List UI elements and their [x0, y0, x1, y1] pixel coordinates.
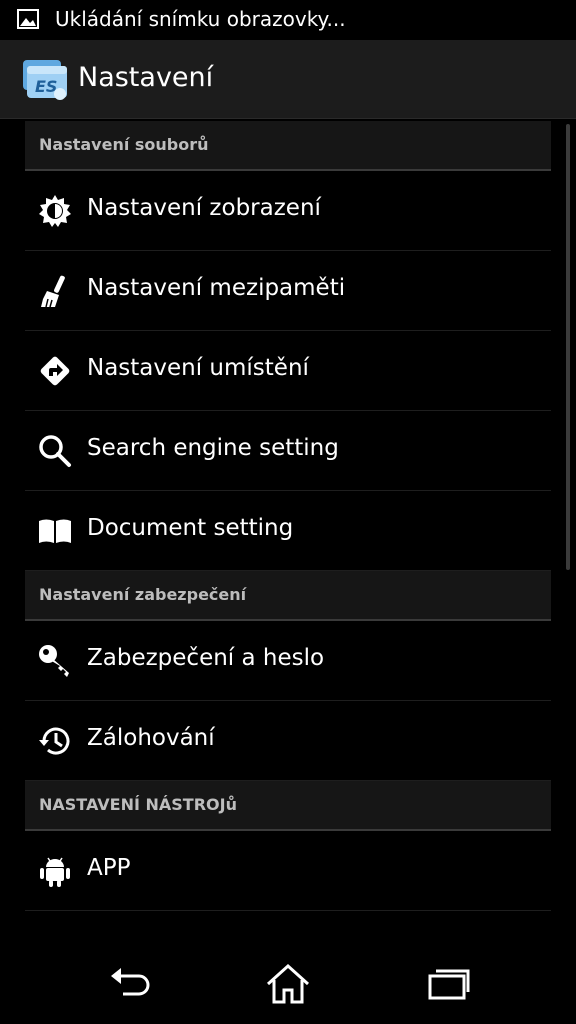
setting-item-security-password[interactable]: Zabezpečení a heslo — [25, 621, 551, 701]
setting-item-label: Nastavení umístění — [87, 355, 309, 381]
setting-item-document[interactable]: Document setting — [25, 491, 551, 571]
setting-item-label: Document setting — [87, 515, 294, 541]
section-header-security-settings: Nastavení zabezpečení — [25, 571, 551, 621]
scrollbar[interactable] — [566, 124, 570, 570]
section-header-file-settings: Nastavení souborů — [25, 121, 551, 171]
action-bar: ES Nastavení — [0, 40, 576, 119]
status-notification-text: Ukládání snímku obrazovky... — [55, 7, 346, 31]
book-icon — [39, 519, 71, 543]
setting-item-cache[interactable]: Nastavení mezipaměti — [25, 251, 551, 331]
navigation-bar — [0, 944, 576, 1024]
section-header-tool-settings: NASTAVENÍ NÁSTROJů — [25, 781, 551, 831]
image-notification-icon — [17, 9, 39, 29]
setting-item-label: Nastavení zobrazení — [87, 195, 321, 221]
section-header-label: Nastavení souborů — [39, 135, 209, 154]
display-settings-icon — [39, 195, 71, 227]
history-icon — [39, 727, 70, 755]
section-header-label: NASTAVENÍ NÁSTROJů — [39, 795, 237, 814]
setting-item-label: Zabezpečení a heslo — [87, 645, 325, 671]
setting-item-backup[interactable]: Zálohování — [25, 701, 551, 781]
setting-item-location[interactable]: Nastavení umístění — [25, 331, 551, 411]
setting-item-search-engine[interactable]: Search engine setting — [25, 411, 551, 491]
back-icon[interactable] — [101, 962, 157, 1006]
settings-list: Nastavení souborů Nastavení zobrazení Na… — [25, 121, 551, 911]
page-title: Nastavení — [78, 62, 214, 93]
setting-item-display[interactable]: Nastavení zobrazení — [25, 171, 551, 251]
section-header-label: Nastavení zabezpečení — [39, 585, 247, 604]
android-icon — [40, 857, 70, 887]
es-file-explorer-app-icon[interactable]: ES — [21, 56, 69, 102]
directions-icon — [40, 356, 70, 386]
home-icon[interactable] — [260, 962, 316, 1006]
setting-item-label: Zálohování — [87, 725, 215, 751]
setting-item-app[interactable]: APP — [25, 831, 551, 911]
setting-item-label: APP — [87, 855, 131, 881]
setting-item-label: Nastavení mezipaměti — [87, 275, 346, 301]
broom-icon — [41, 275, 65, 308]
recent-apps-icon[interactable] — [420, 962, 476, 1006]
status-bar: Ukládání snímku obrazovky... — [0, 0, 576, 40]
setting-item-label: Search engine setting — [87, 435, 339, 461]
key-icon — [39, 645, 69, 677]
search-icon — [39, 435, 71, 467]
